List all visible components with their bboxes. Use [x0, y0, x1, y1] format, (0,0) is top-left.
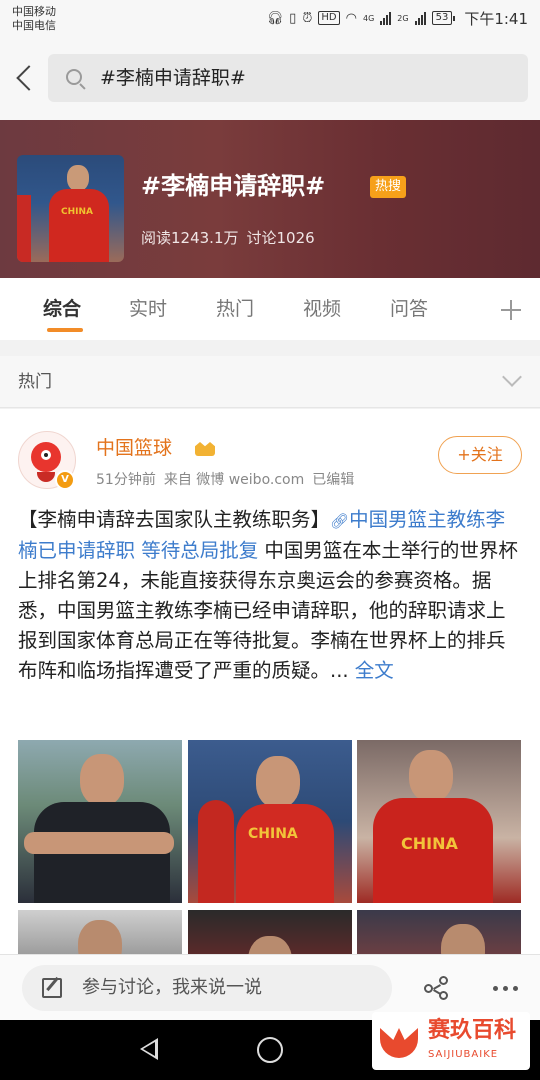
tab-comprehensive[interactable]: 综合: [43, 296, 81, 322]
watermark: 赛玖百科 SAIJIUBAIKE: [372, 1012, 530, 1070]
vibrate-icon: ▯: [289, 10, 297, 26]
comment-placeholder: 参与讨论，我来说一说: [82, 977, 262, 998]
full-text-link[interactable]: 全文: [355, 659, 394, 682]
status-bar: 中国移动 中国电信 🎧︎ ▯ ⏰︎ HD ◠ 4G 2G 53 下午1:41: [0, 0, 540, 40]
crown-icon: [194, 438, 216, 458]
author-name[interactable]: 中国篮球: [96, 435, 172, 461]
search-header: #李楠申请辞职#: [0, 40, 540, 120]
chevron-down-icon[interactable]: [502, 367, 522, 387]
follow-button[interactable]: +关注: [438, 436, 522, 474]
share-icon[interactable]: [424, 976, 450, 1000]
post-time: 51分钟前: [96, 472, 156, 488]
link-icon: 🔗︎: [330, 512, 350, 530]
topic-title: #李楠申请辞职#: [141, 172, 326, 200]
nav-back-icon[interactable]: [140, 1038, 158, 1060]
headphones-icon: 🎧︎: [266, 10, 284, 26]
post-edited: 已编辑: [312, 472, 355, 488]
watermark-cn: 赛玖百科: [428, 1018, 517, 1043]
discussion-count: 讨论1026: [246, 229, 315, 247]
section-header[interactable]: 热门: [0, 356, 540, 408]
search-query: #李楠申请辞职#: [100, 67, 246, 89]
tab-bar: 综合 实时 热门 视频 问答: [0, 278, 540, 340]
topic-thumbnail[interactable]: CHINA: [17, 155, 124, 262]
post-image-1[interactable]: [18, 740, 182, 903]
topic-banner: CHINA #李楠申请辞职# 热搜 阅读1243.1万 讨论1026: [0, 120, 540, 278]
battery-icon: 53: [431, 11, 456, 25]
status-icons: 🎧︎ ▯ ⏰︎ HD ◠ 4G 2G 53 下午1:41: [267, 7, 528, 29]
network-type-2: 2G: [397, 13, 409, 23]
post-source: 来自 微博 weibo.com: [163, 472, 305, 488]
wifi-icon: ◠: [345, 10, 357, 26]
post-image-3[interactable]: CHINA: [357, 740, 521, 903]
active-tab-indicator: [47, 328, 83, 332]
add-tab-icon[interactable]: [497, 296, 525, 324]
tab-hot[interactable]: 热门: [216, 296, 254, 322]
read-count: 阅读1243.1万: [141, 229, 239, 247]
clock: 下午1:41: [464, 9, 528, 28]
signal-icon-1: [380, 11, 392, 25]
tab-video[interactable]: 视频: [303, 296, 341, 322]
back-arrow-icon[interactable]: [8, 58, 44, 98]
carrier-name-2: 中国电信: [12, 19, 56, 32]
nav-home-icon[interactable]: [257, 1037, 283, 1063]
comment-input[interactable]: 参与讨论，我来说一说: [22, 965, 392, 1011]
post-title: 【李楠申请辞去国家队主教练职务】: [18, 508, 331, 531]
comment-bar: 参与讨论，我来说一说: [0, 954, 540, 1020]
more-icon[interactable]: [493, 986, 519, 992]
tab-realtime[interactable]: 实时: [129, 296, 167, 322]
post-card: V 中国篮球 51分钟前 来自 微博 weibo.com 已编辑 +关注 【李楠申请…: [0, 409, 540, 969]
post-image-2[interactable]: CHINA: [188, 740, 352, 903]
network-type-1: 4G: [362, 13, 375, 23]
search-icon: [66, 69, 82, 85]
post-body: 【李楠申请辞去国家队主教练职务】🔗︎中国男篮主教练李楠已申请辞职 等待总局批复 …: [18, 505, 524, 686]
hd-icon: HD: [318, 11, 340, 25]
carrier-name-1: 中国移动: [12, 5, 56, 18]
post-meta: 51分钟前 来自 微博 weibo.com 已编辑: [96, 470, 354, 490]
verified-icon: V: [55, 470, 75, 490]
signal-icon-2: [414, 11, 426, 25]
watermark-en: SAIJIUBAIKE: [428, 1049, 499, 1060]
search-input[interactable]: #李楠申请辞职#: [48, 54, 528, 102]
topic-stats: 阅读1243.1万 讨论1026: [141, 227, 315, 249]
watermark-logo-icon: [376, 1018, 422, 1064]
hot-search-badge: 热搜: [370, 176, 407, 198]
tab-qa[interactable]: 问答: [390, 296, 428, 322]
alarm-icon: ⏰︎: [302, 10, 313, 26]
section-title: 热门: [18, 372, 52, 392]
edit-icon: [42, 978, 62, 998]
